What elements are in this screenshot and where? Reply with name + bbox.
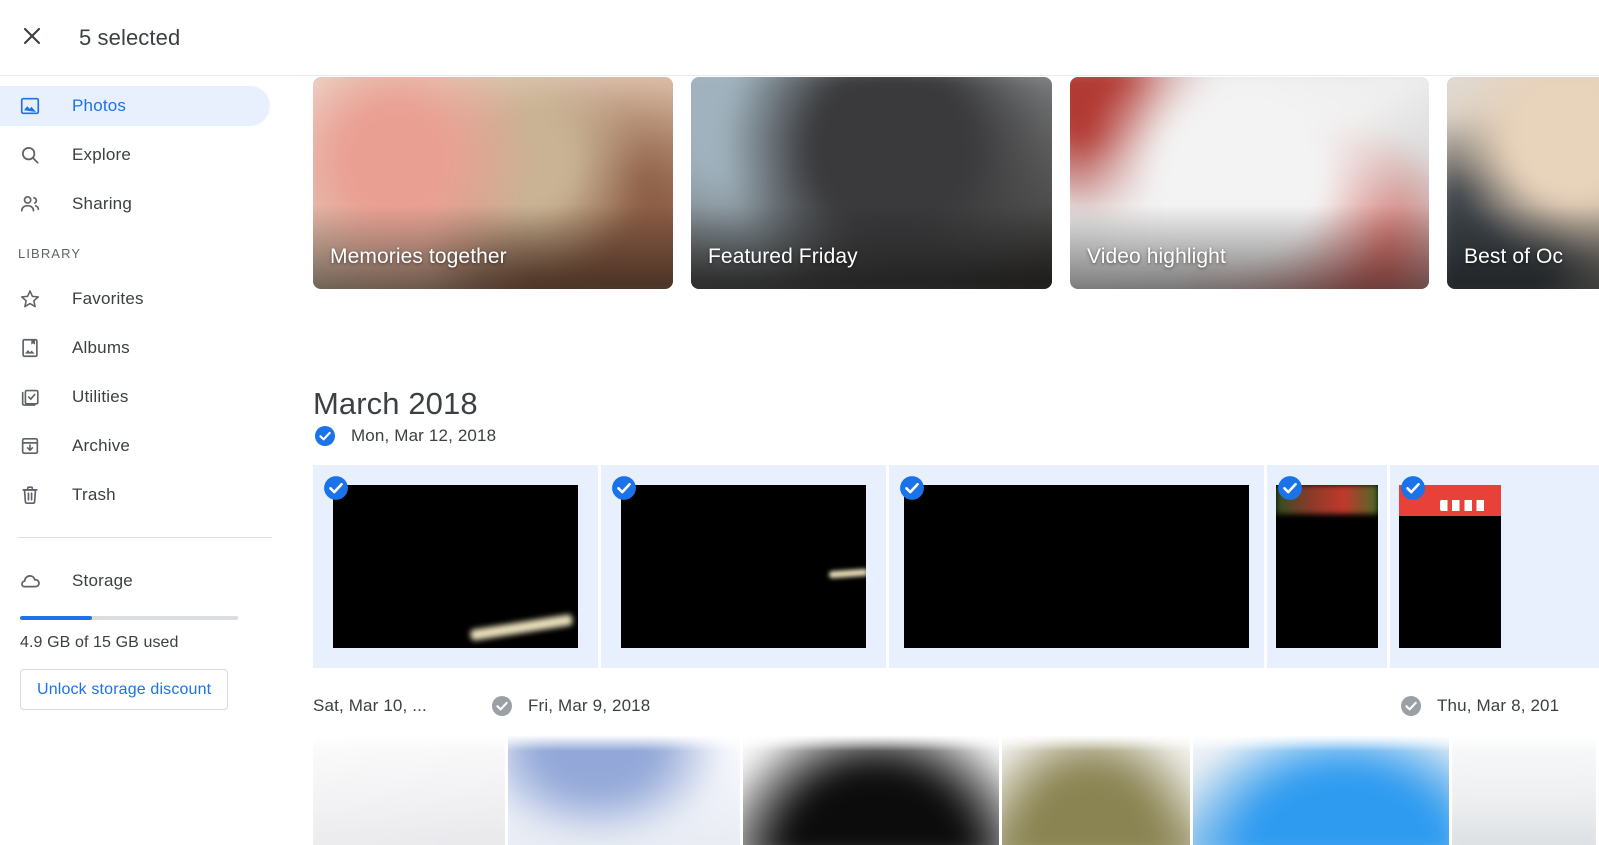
memory-card[interactable]: Featured Friday <box>691 77 1052 289</box>
album-icon <box>18 336 42 360</box>
selection-toolbar: 5 selected <box>0 0 1599 76</box>
photo-thumbnail <box>621 485 866 648</box>
photo-thumbnail <box>1399 485 1501 648</box>
date-label: Mon, Mar 12, 2018 <box>351 426 497 445</box>
photo-select-checkbox[interactable] <box>899 475 925 501</box>
sidebar-item-label: Archive <box>72 436 131 455</box>
sidebar: Photos Explore Sharing LIBRARY Favorites… <box>0 77 290 845</box>
memory-title: Memories together <box>330 245 507 268</box>
people-icon <box>18 192 42 216</box>
photo-cell[interactable] <box>889 465 1264 668</box>
sidebar-item-archive[interactable]: Archive <box>0 426 270 466</box>
photo-cell[interactable] <box>601 465 886 668</box>
photo-thumbnail <box>1452 735 1596 845</box>
date-group-header: Thu, Mar 8, 201 <box>1399 692 1559 720</box>
sidebar-item-utilities[interactable]: Utilities <box>0 377 270 417</box>
search-icon <box>18 143 42 167</box>
date-select-checkbox[interactable] <box>1399 694 1423 718</box>
photo-thumbnail <box>508 735 740 845</box>
selection-count-label: 5 selected <box>79 24 181 50</box>
photo-select-checkbox[interactable] <box>323 475 349 501</box>
memory-title: Video highlight <box>1087 245 1226 268</box>
photo-feed: Memories together Featured Friday Video … <box>290 77 1599 845</box>
sidebar-section-library-label: LIBRARY <box>18 246 82 261</box>
photo-select-checkbox[interactable] <box>1400 475 1426 501</box>
storage-label: Storage <box>72 571 133 590</box>
memories-carousel[interactable]: Memories together Featured Friday Video … <box>290 77 1599 289</box>
sidebar-item-sharing[interactable]: Sharing <box>0 184 270 224</box>
sidebar-item-label: Photos <box>72 96 127 115</box>
photo-select-checkbox[interactable] <box>611 475 637 501</box>
sidebar-item-albums[interactable]: Albums <box>0 328 270 368</box>
photo-icon <box>18 94 42 118</box>
cloud-icon <box>18 569 42 593</box>
unlock-storage-discount-button[interactable]: Unlock storage discount <box>20 669 229 710</box>
storage-progress-fill <box>20 616 92 620</box>
date-group-header: Mon, Mar 12, 2018 <box>313 422 496 450</box>
close-selection-button[interactable] <box>8 14 56 62</box>
date-group-header: Sat, Mar 10, ... <box>313 692 427 720</box>
utilities-icon <box>18 385 42 409</box>
photo-cell[interactable] <box>313 735 506 845</box>
photo-cell[interactable] <box>1452 735 1596 845</box>
trash-icon <box>18 483 42 507</box>
memory-title: Best of Oc <box>1464 245 1564 268</box>
storage-usage-text: 4.9 GB of 15 GB used <box>20 634 179 651</box>
memory-card[interactable]: Best of Oc <box>1447 77 1599 289</box>
memory-title: Featured Friday <box>708 245 858 268</box>
memory-card[interactable]: Video highlight <box>1070 77 1429 289</box>
sidebar-item-label: Albums <box>72 338 130 357</box>
date-label: Sat, Mar 10, ... <box>313 696 427 715</box>
storage-progress-bar[interactable] <box>20 616 238 620</box>
photo-cell[interactable] <box>1390 465 1599 668</box>
date-group-header: Fri, Mar 9, 2018 <box>490 692 650 720</box>
sidebar-item-photos[interactable]: Photos <box>0 86 270 126</box>
star-icon <box>18 287 42 311</box>
photo-thumbnail <box>1192 735 1450 845</box>
photo-cell[interactable] <box>1002 735 1190 845</box>
photo-thumbnail <box>1002 735 1190 845</box>
photo-cell[interactable] <box>742 735 1000 845</box>
date-label: Thu, Mar 8, 201 <box>1437 696 1560 715</box>
sidebar-divider <box>18 537 272 538</box>
photo-grid-next-row <box>313 735 1599 845</box>
photo-select-checkbox[interactable] <box>1277 475 1303 501</box>
photo-thumbnail <box>1276 485 1378 648</box>
close-icon <box>20 24 44 51</box>
photo-cell[interactable] <box>1192 735 1450 845</box>
archive-icon <box>18 434 42 458</box>
date-label: Fri, Mar 9, 2018 <box>528 696 651 715</box>
sidebar-item-trash[interactable]: Trash <box>0 475 270 515</box>
sidebar-item-storage[interactable]: Storage <box>0 564 290 598</box>
sidebar-item-label: Explore <box>72 145 132 164</box>
sidebar-item-label: Sharing <box>72 194 132 213</box>
photo-grid-mar-12 <box>313 465 1599 668</box>
memory-card[interactable]: Memories together <box>313 77 673 289</box>
sidebar-item-favorites[interactable]: Favorites <box>0 279 270 319</box>
photo-thumbnail <box>742 735 1000 845</box>
date-select-checkbox[interactable] <box>313 424 337 448</box>
photo-cell[interactable] <box>1267 465 1387 668</box>
sidebar-item-label: Favorites <box>72 289 144 308</box>
storage-section: Storage 4.9 GB of 15 GB used Unlock stor… <box>0 564 290 710</box>
sidebar-item-label: Trash <box>72 485 116 504</box>
photo-cell[interactable] <box>508 735 740 845</box>
month-heading: March 2018 <box>313 385 478 421</box>
date-select-checkbox[interactable] <box>490 694 514 718</box>
google-photos-app: 5 selected Photos Explore Sharing LIBRAR… <box>0 0 1599 845</box>
photo-thumbnail <box>313 735 506 845</box>
photo-cell[interactable] <box>313 465 598 668</box>
photo-thumbnail <box>333 485 578 648</box>
photo-thumbnail <box>904 485 1249 648</box>
sidebar-item-label: Utilities <box>72 387 129 406</box>
sidebar-item-explore[interactable]: Explore <box>0 135 270 175</box>
